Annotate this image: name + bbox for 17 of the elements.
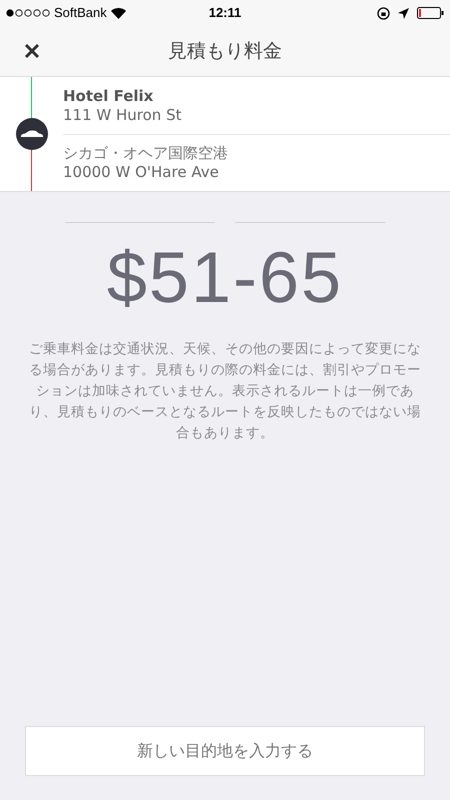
battery-icon — [416, 7, 444, 19]
signal-icon — [6, 9, 50, 17]
fare-disclaimer: ご乗車料金は交通状況、天候、その他の要因によって変更になる場合があります。見積もりの際の料金には、割引やプロモーションは加味されていません。表示されるルートは一例であり、見積もりのベースとなるルートを反映したものではない場合もあります。 — [28, 340, 422, 443]
carrier-name: SoftBank — [54, 4, 107, 22]
clock: 12:11 — [208, 4, 242, 22]
place-address: 111 W Huron St — [63, 106, 182, 124]
place-name: Hotel Felix — [63, 86, 154, 106]
rotation-lock-icon — [376, 6, 390, 20]
new-destination-button[interactable]: 新しい目的地を入力する — [25, 726, 425, 776]
close-icon — [24, 43, 40, 59]
fare-price: $51-65 — [106, 237, 344, 320]
screen-title: 見積もり料金 — [168, 38, 282, 64]
location-arrow-icon — [398, 8, 409, 18]
place-address: 10000 W O'Hare Ave — [63, 163, 220, 182]
car-icon — [21, 130, 43, 138]
place-name: シカゴ・オヘア国際空港 — [63, 144, 229, 163]
wifi-icon — [110, 8, 126, 18]
